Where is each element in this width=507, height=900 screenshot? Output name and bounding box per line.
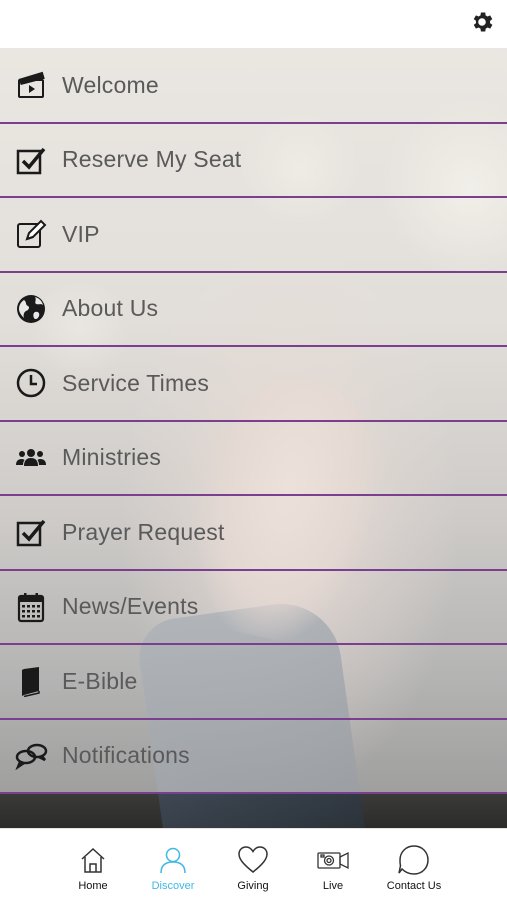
settings-button[interactable]: [469, 11, 495, 37]
bottom-tab-bar: Home Discover Giving Live Contact Us: [0, 828, 507, 900]
book-icon: [14, 664, 48, 698]
top-bar: [0, 0, 507, 49]
menu-item-reserve-my-seat[interactable]: Reserve My Seat: [0, 123, 507, 198]
menu-item-label: News/Events: [62, 593, 199, 620]
tab-label: Contact Us: [386, 880, 442, 892]
speech-bubble-icon: [397, 843, 431, 877]
menu-item-label: Prayer Request: [62, 518, 225, 545]
menu-item-news-events[interactable]: News/Events: [0, 570, 507, 645]
heart-icon: [236, 843, 270, 877]
person-icon: [156, 843, 190, 877]
tab-live[interactable]: Live: [293, 829, 373, 900]
clapperboard-icon: [14, 68, 48, 102]
menu-item-label: Ministries: [62, 444, 162, 471]
calendar-icon: [14, 590, 48, 624]
menu-item-label: Reserve My Seat: [62, 146, 242, 173]
clock-icon: [14, 366, 48, 400]
tab-label: Discover: [151, 880, 195, 892]
menu-item-e-bible[interactable]: E-Bible: [0, 645, 507, 720]
tab-label: Giving: [237, 880, 269, 892]
tab-label: Home: [78, 880, 108, 892]
discover-menu: Welcome Reserve My Seat VIP About Us Ser…: [0, 49, 507, 794]
menu-item-prayer-request[interactable]: Prayer Request: [0, 496, 507, 571]
menu-item-label: Welcome: [62, 71, 159, 98]
menu-item-label: E-Bible: [62, 667, 138, 694]
globe-icon: [14, 292, 48, 326]
menu-item-label: Service Times: [62, 369, 210, 396]
tab-label: Live: [322, 880, 344, 892]
chat-bubbles-icon: [14, 739, 48, 773]
menu-item-vip[interactable]: VIP: [0, 198, 507, 273]
tab-giving[interactable]: Giving: [213, 829, 293, 900]
menu-item-welcome[interactable]: Welcome: [0, 49, 507, 124]
menu-item-about-us[interactable]: About Us: [0, 272, 507, 347]
video-camera-icon: [316, 843, 350, 877]
menu-item-service-times[interactable]: Service Times: [0, 347, 507, 422]
menu-item-label: VIP: [62, 220, 100, 247]
checkbox-icon: [14, 143, 48, 177]
menu-item-label: About Us: [62, 295, 159, 322]
people-icon: [14, 441, 48, 475]
menu-item-ministries[interactable]: Ministries: [0, 421, 507, 496]
tab-contact-us[interactable]: Contact Us: [374, 829, 454, 900]
tab-home[interactable]: Home: [53, 829, 133, 900]
menu-item-label: Notifications: [62, 742, 190, 769]
home-icon: [76, 843, 110, 877]
edit-pencil-icon: [14, 217, 48, 251]
checkbox-icon: [14, 515, 48, 549]
tab-discover[interactable]: Discover: [133, 829, 213, 900]
gear-icon: [469, 9, 495, 40]
menu-item-notifications[interactable]: Notifications: [0, 719, 507, 794]
